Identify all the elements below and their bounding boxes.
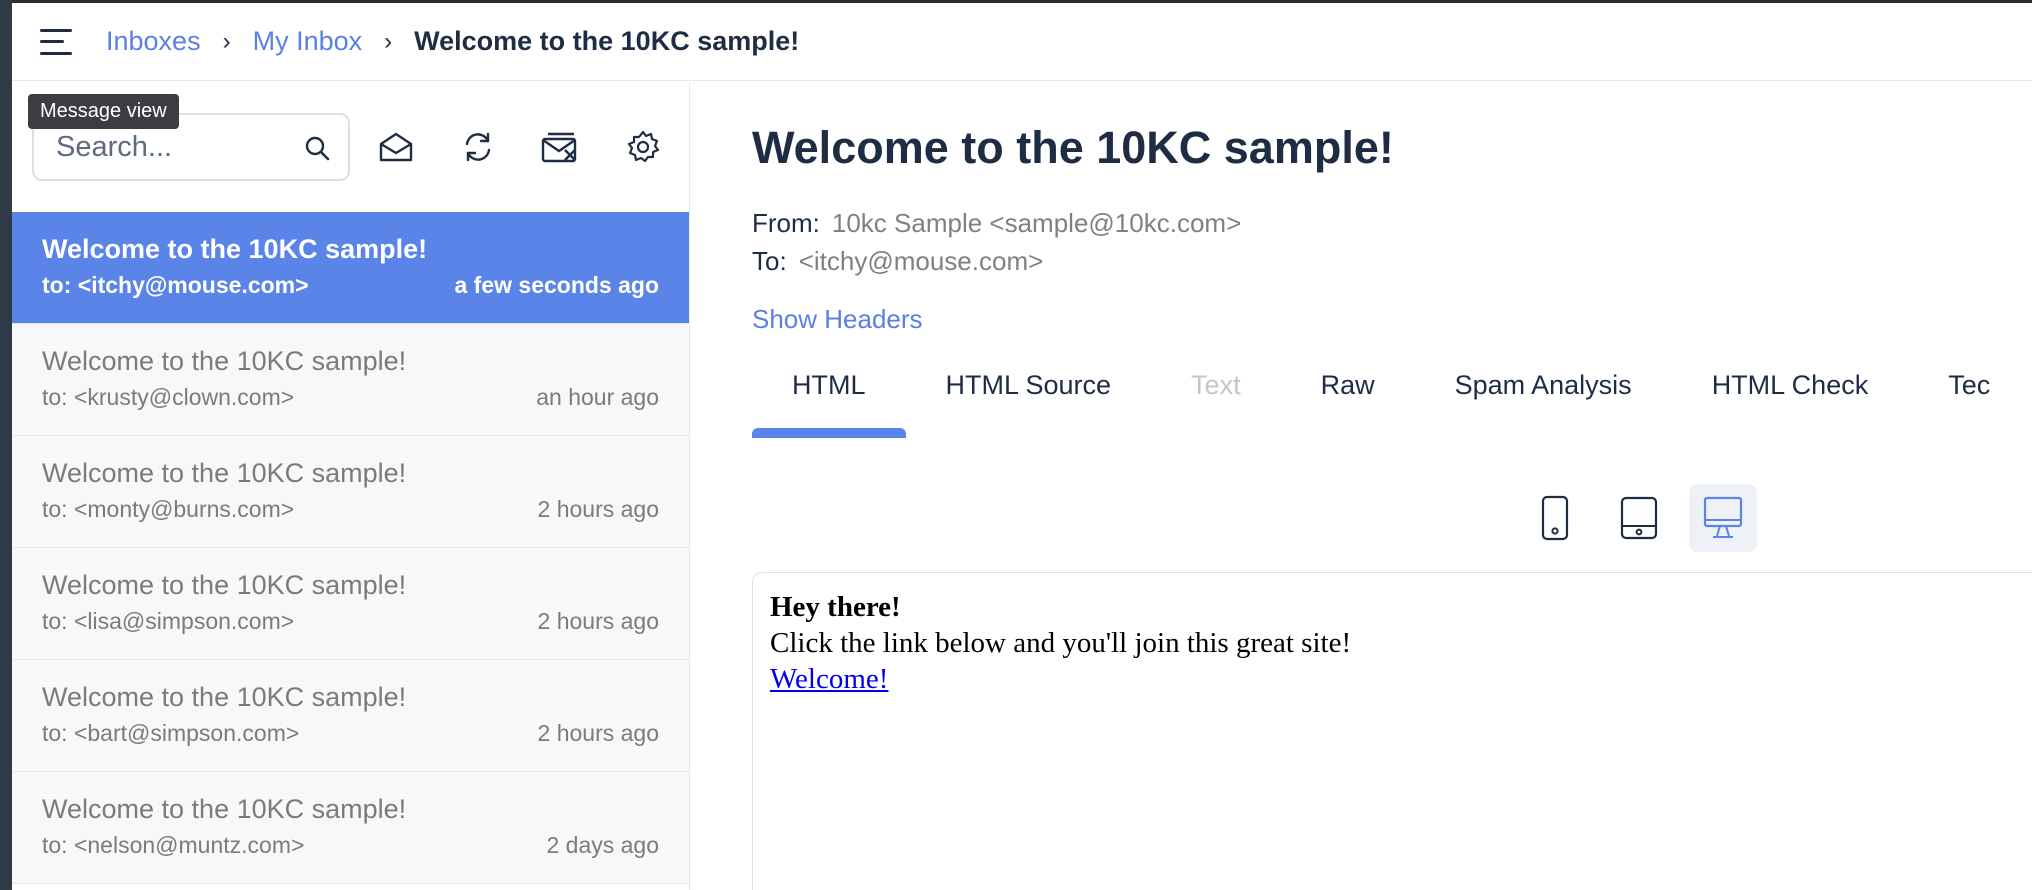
desktop-monitor-icon — [1703, 496, 1743, 538]
window-left-edge — [0, 0, 12, 890]
message-time: an hour ago — [536, 384, 659, 410]
chevron-right-icon: › — [222, 27, 231, 55]
menu-icon[interactable] — [40, 28, 74, 55]
tab-tech[interactable]: Tec — [1908, 370, 2030, 430]
tab-html-source[interactable]: HTML Source — [906, 370, 1152, 430]
message-recipient: to: <bart@simpson.com> — [42, 720, 300, 746]
from-label: From: — [752, 208, 820, 238]
message-recipient: to: <itchy@mouse.com> — [42, 272, 309, 298]
message-time: 2 hours ago — [537, 608, 659, 634]
tablet-icon — [1620, 496, 1658, 540]
desktop-view-button[interactable] — [1689, 484, 1757, 552]
message-list-item[interactable]: Welcome to the 10KC sample! to: <bart@si… — [12, 660, 689, 772]
tab-html-check[interactable]: HTML Check — [1672, 370, 1909, 430]
message-detail-panel: Welcome to the 10KC sample! From: 10kc Sa… — [691, 82, 2032, 890]
preview-greeting: Hey there! — [770, 591, 901, 623]
refresh-icon[interactable] — [458, 127, 498, 167]
breadcrumb-my-inbox-link[interactable]: My Inbox — [253, 26, 363, 57]
tab-text[interactable]: Text — [1151, 370, 1281, 430]
device-preview-switcher — [1521, 484, 1757, 552]
breadcrumb: Inboxes › My Inbox › Welcome to the 10KC… — [106, 26, 799, 57]
from-row: From: 10kc Sample <sample@10kc.com> — [752, 208, 1241, 239]
settings-gear-icon[interactable] — [623, 127, 663, 167]
message-list-item[interactable]: Welcome to the 10KC sample! to: <monty@b… — [12, 436, 689, 548]
message-list: Welcome to the 10KC sample! to: <itchy@m… — [12, 212, 689, 884]
to-row: To: <itchy@mouse.com> — [752, 246, 1043, 277]
mobile-phone-icon — [1541, 495, 1569, 541]
message-list-item[interactable]: Welcome to the 10KC sample! to: <lisa@si… — [12, 548, 689, 660]
chevron-right-icon: › — [384, 27, 393, 55]
search-icon[interactable] — [304, 135, 330, 166]
message-view-tooltip: Message view — [28, 94, 179, 129]
message-list-panel: Message view Welcome to the 10KC sample!… — [12, 82, 690, 890]
delete-all-mail-icon[interactable] — [540, 127, 580, 167]
message-subject: Welcome to the 10KC sample! — [42, 794, 407, 824]
message-title: Welcome to the 10KC sample! — [752, 122, 1394, 173]
message-subject: Welcome to the 10KC sample! — [42, 234, 428, 264]
preview-body: Click the link below and you'll join thi… — [770, 627, 1352, 659]
message-list-item[interactable]: Welcome to the 10KC sample! to: <itchy@m… — [12, 212, 689, 324]
preview-welcome-link[interactable]: Welcome! — [770, 663, 888, 695]
message-recipient: to: <krusty@clown.com> — [42, 384, 295, 410]
message-time: 2 hours ago — [537, 720, 659, 746]
html-preview: Hey there! Click the link below and you'… — [752, 572, 2032, 890]
list-toolbar: Message view — [12, 82, 689, 212]
message-list-item[interactable]: Welcome to the 10KC sample! to: <krusty@… — [12, 324, 689, 436]
breadcrumb-current: Welcome to the 10KC sample! — [414, 26, 800, 56]
message-subject: Welcome to the 10KC sample! — [42, 458, 407, 488]
app-window: Inboxes › My Inbox › Welcome to the 10KC… — [0, 0, 2032, 890]
to-value: <itchy@mouse.com> — [798, 246, 1044, 276]
message-recipient: to: <monty@burns.com> — [42, 496, 295, 522]
search-input[interactable] — [54, 129, 294, 165]
from-value: 10kc Sample <sample@10kc.com> — [831, 208, 1242, 238]
tablet-view-button[interactable] — [1605, 484, 1673, 552]
message-list-item[interactable]: Welcome to the 10KC sample! to: <nelson@… — [12, 772, 689, 884]
top-bar: Inboxes › My Inbox › Welcome to the 10KC… — [12, 3, 2032, 81]
message-time: 2 hours ago — [537, 496, 659, 522]
message-subject: Welcome to the 10KC sample! — [42, 570, 407, 600]
show-headers-link[interactable]: Show Headers — [752, 304, 923, 335]
mobile-view-button[interactable] — [1521, 484, 1589, 552]
message-recipient: to: <lisa@simpson.com> — [42, 608, 295, 634]
tab-spam-analysis[interactable]: Spam Analysis — [1415, 370, 1672, 430]
to-label: To: — [752, 246, 787, 276]
mark-read-icon[interactable] — [376, 127, 416, 167]
breadcrumb-inboxes-link[interactable]: Inboxes — [106, 26, 201, 57]
message-subject: Welcome to the 10KC sample! — [42, 346, 407, 376]
message-time: 2 days ago — [546, 832, 659, 858]
message-subject: Welcome to the 10KC sample! — [42, 682, 407, 712]
message-time: a few seconds ago — [454, 272, 659, 298]
message-recipient: to: <nelson@muntz.com> — [42, 832, 305, 858]
view-tabs: HTML HTML Source Text Raw Spam Analysis … — [752, 370, 2030, 438]
tab-html[interactable]: HTML — [752, 370, 906, 438]
tab-raw[interactable]: Raw — [1281, 370, 1415, 430]
